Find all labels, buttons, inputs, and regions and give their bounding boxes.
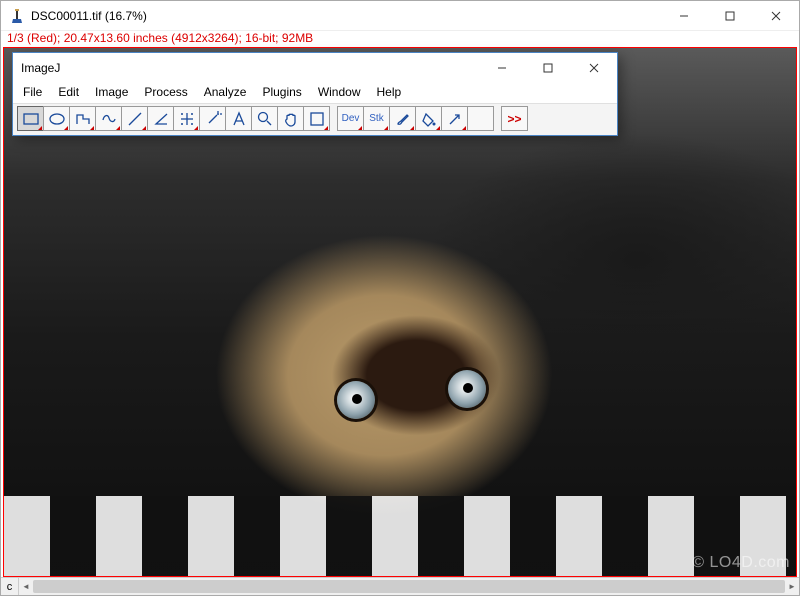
close-button[interactable] bbox=[571, 53, 617, 83]
zoom-tool[interactable] bbox=[251, 106, 278, 131]
stacks-menu-tool[interactable]: Stk bbox=[363, 106, 390, 131]
menu-window[interactable]: Window bbox=[310, 83, 369, 101]
dev-menu-tool[interactable]: Dev bbox=[337, 106, 364, 131]
line-tool[interactable] bbox=[121, 106, 148, 131]
oval-tool[interactable] bbox=[43, 106, 70, 131]
imagej-menubar: File Edit Image Process Analyze Plugins … bbox=[13, 83, 617, 103]
color-picker-tool[interactable] bbox=[303, 106, 330, 131]
slider-right-arrow[interactable]: ► bbox=[785, 578, 799, 595]
imagej-toolbar: Dev Stk >> bbox=[13, 103, 617, 135]
menu-image[interactable]: Image bbox=[87, 83, 136, 101]
image-background-pattern bbox=[4, 496, 796, 576]
stk-label: Stk bbox=[369, 113, 383, 124]
menu-file[interactable]: File bbox=[15, 83, 50, 101]
imagej-app-icon bbox=[9, 8, 25, 24]
flood-fill-tool[interactable] bbox=[415, 106, 442, 131]
image-detail bbox=[448, 370, 486, 408]
slider-thumb[interactable] bbox=[33, 580, 785, 593]
wand-tool[interactable] bbox=[199, 106, 226, 131]
menu-edit[interactable]: Edit bbox=[50, 83, 87, 101]
imagej-main-window[interactable]: ImageJ File Edit Image Process Analyze P… bbox=[12, 52, 618, 136]
more-tools-button[interactable]: >> bbox=[501, 106, 528, 131]
maximize-button[interactable] bbox=[525, 53, 571, 83]
minimize-button[interactable] bbox=[661, 1, 707, 31]
maximize-button[interactable] bbox=[707, 1, 753, 31]
channel-indicator[interactable]: c bbox=[1, 578, 19, 595]
minimize-button[interactable] bbox=[479, 53, 525, 83]
imagej-window-title: ImageJ bbox=[21, 61, 479, 75]
menu-analyze[interactable]: Analyze bbox=[196, 83, 255, 101]
image-window-title: DSC00011.tif (16.7%) bbox=[31, 9, 661, 23]
menu-help[interactable]: Help bbox=[369, 83, 410, 101]
arrow-tool[interactable] bbox=[441, 106, 468, 131]
menu-process[interactable]: Process bbox=[136, 83, 195, 101]
hand-tool[interactable] bbox=[277, 106, 304, 131]
dev-label: Dev bbox=[342, 113, 360, 124]
spare-tool[interactable] bbox=[467, 106, 494, 131]
angle-tool[interactable] bbox=[147, 106, 174, 131]
channel-slider[interactable]: ◄ ► bbox=[19, 578, 799, 595]
image-scroll-region: c ◄ ► bbox=[1, 577, 799, 595]
imagej-titlebar[interactable]: ImageJ bbox=[13, 53, 617, 83]
image-info-line: 1/3 (Red); 20.47x13.60 inches (4912x3264… bbox=[1, 31, 799, 47]
slider-left-arrow[interactable]: ◄ bbox=[19, 578, 33, 595]
text-tool[interactable] bbox=[225, 106, 252, 131]
more-label: >> bbox=[507, 112, 521, 126]
menu-plugins[interactable]: Plugins bbox=[254, 83, 309, 101]
point-tool[interactable] bbox=[173, 106, 200, 131]
close-button[interactable] bbox=[753, 1, 799, 31]
image-window-controls bbox=[661, 1, 799, 31]
image-detail bbox=[337, 381, 375, 419]
brush-tool[interactable] bbox=[389, 106, 416, 131]
freehand-tool[interactable] bbox=[95, 106, 122, 131]
imagej-window-controls bbox=[479, 53, 617, 83]
polygon-tool[interactable] bbox=[69, 106, 96, 131]
rectangle-tool[interactable] bbox=[17, 106, 44, 131]
image-titlebar[interactable]: DSC00011.tif (16.7%) bbox=[1, 1, 799, 31]
